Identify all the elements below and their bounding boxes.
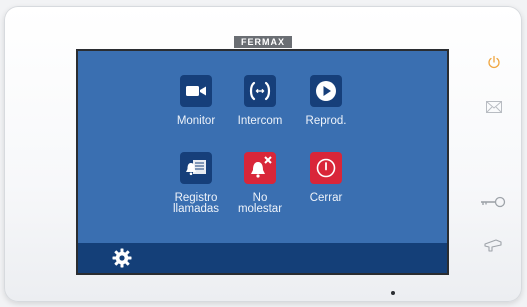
bell-muted-icon [251, 156, 272, 178]
key-icon [481, 196, 506, 208]
settings-button[interactable] [111, 247, 133, 269]
registro-llamadas-label: Registro llamadas [172, 192, 220, 215]
call-log-icon [186, 160, 206, 176]
door-opener-side-button[interactable] [481, 237, 505, 253]
registro-llamadas-button[interactable] [180, 152, 212, 184]
menu-item-cerrar[interactable]: Cerrar [297, 152, 355, 204]
menu-item-reprod[interactable]: Reprod. [297, 75, 355, 127]
cerrar-button[interactable] [310, 152, 342, 184]
bottom-bar [78, 243, 447, 273]
monitor-label: Monitor [176, 115, 216, 127]
intercom-button[interactable] [244, 75, 276, 107]
reprod-label: Reprod. [305, 115, 347, 127]
menu-item-no-molestar[interactable]: No molestar [231, 152, 289, 215]
brand-logo: FERMAX [234, 36, 292, 48]
power-icon [316, 158, 336, 178]
no-molestar-label: No molestar [237, 192, 283, 215]
menu-item-monitor[interactable]: Monitor [167, 75, 225, 127]
monitor-button[interactable] [180, 75, 212, 107]
intercom-monitor-device: FERMAX Monitor Intercom Reprod. Registro… [4, 6, 522, 302]
power-icon [488, 55, 500, 69]
message-side-button[interactable] [482, 99, 506, 115]
no-molestar-button[interactable] [244, 152, 276, 184]
play-icon [316, 81, 336, 101]
key-side-button[interactable] [479, 194, 507, 210]
intercom-icon [249, 81, 271, 101]
video-camera-icon [186, 86, 206, 96]
door-opener-icon [484, 239, 502, 252]
gear-icon [112, 248, 132, 268]
intercom-label: Intercom [237, 115, 283, 127]
menu-item-registro-llamadas[interactable]: Registro llamadas [167, 152, 225, 215]
reprod-button[interactable] [310, 75, 342, 107]
monitor-screen: Monitor Intercom Reprod. Registro llamad… [78, 51, 447, 273]
status-led [391, 291, 395, 295]
power-side-button[interactable] [482, 54, 506, 70]
menu-item-intercom[interactable]: Intercom [231, 75, 289, 127]
cerrar-label: Cerrar [309, 192, 343, 204]
envelope-icon [486, 101, 502, 113]
